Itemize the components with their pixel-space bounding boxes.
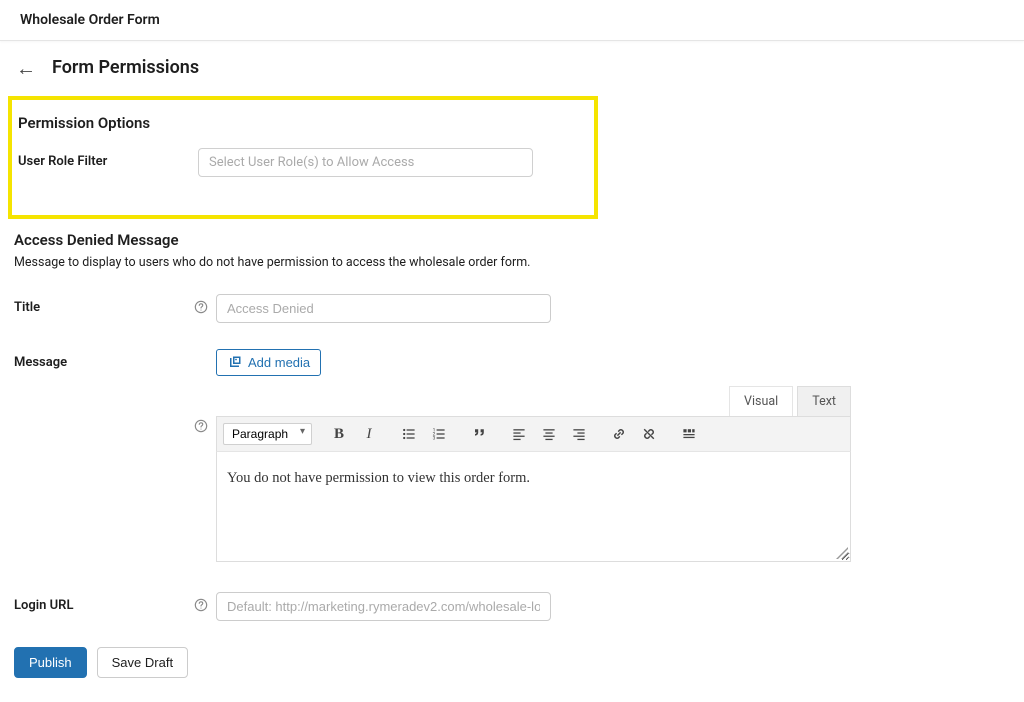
page-content: ← Form Permissions Permission Options Us…	[0, 41, 1024, 702]
format-select[interactable]: Paragraph	[223, 423, 312, 445]
resize-handle-icon[interactable]	[836, 547, 848, 559]
add-media-label: Add media	[248, 355, 310, 370]
title-input[interactable]	[216, 294, 551, 323]
align-right-icon[interactable]	[566, 421, 592, 447]
link-icon[interactable]	[606, 421, 632, 447]
align-left-icon[interactable]	[506, 421, 532, 447]
toolbar-toggle-icon[interactable]	[676, 421, 702, 447]
add-media-button[interactable]: Add media	[216, 349, 321, 376]
user-role-label: User Role Filter	[18, 148, 198, 169]
numbered-list-icon[interactable]: 123	[426, 421, 452, 447]
editor-body[interactable]: You do not have permission to view this …	[216, 452, 851, 562]
publish-button[interactable]: Publish	[14, 647, 87, 678]
bulleted-list-icon[interactable]	[396, 421, 422, 447]
editor-tabs: Visual Text	[216, 386, 851, 416]
login-url-label: Login URL	[14, 592, 194, 613]
top-bar: Wholesale Order Form	[0, 0, 1024, 41]
media-icon	[227, 355, 242, 370]
login-url-input[interactable]	[216, 592, 551, 621]
page-title: Form Permissions	[52, 57, 199, 78]
wysiwyg-editor: Visual Text Paragraph B I	[216, 386, 851, 562]
user-role-select[interactable]: Select User Role(s) to Allow Access	[198, 148, 533, 177]
access-denied-heading: Access Denied Message	[14, 231, 1010, 249]
format-dropdown[interactable]: Paragraph	[223, 423, 312, 445]
help-icon[interactable]	[194, 294, 208, 314]
blockquote-icon[interactable]	[466, 421, 492, 447]
italic-icon[interactable]: I	[356, 421, 382, 447]
page-header: ← Form Permissions	[14, 53, 1010, 78]
help-icon[interactable]	[194, 592, 208, 612]
top-bar-title: Wholesale Order Form	[20, 12, 1004, 28]
message-row: Message Add media Visual Text	[14, 349, 1010, 562]
save-draft-button[interactable]: Save Draft	[97, 647, 188, 678]
svg-text:3: 3	[433, 436, 436, 442]
action-buttons: Publish Save Draft	[14, 647, 1010, 678]
bold-icon[interactable]: B	[326, 421, 352, 447]
permission-options-highlight: Permission Options User Role Filter Sele…	[8, 96, 598, 219]
back-arrow-icon[interactable]: ←	[14, 58, 38, 78]
unlink-icon[interactable]	[636, 421, 662, 447]
editor-toolbar: Paragraph B I 123	[216, 416, 851, 452]
message-label: Message	[14, 349, 194, 370]
title-row: Title	[14, 294, 1010, 323]
access-denied-description: Message to display to users who do not h…	[14, 255, 1010, 270]
help-icon[interactable]	[194, 413, 208, 433]
permission-options-heading: Permission Options	[18, 114, 580, 132]
login-url-row: Login URL	[14, 592, 1010, 621]
title-label: Title	[14, 294, 194, 315]
user-role-row: User Role Filter Select User Role(s) to …	[18, 148, 580, 177]
tab-text[interactable]: Text	[797, 386, 851, 416]
align-center-icon[interactable]	[536, 421, 562, 447]
tab-visual[interactable]: Visual	[729, 386, 793, 416]
editor-content: You do not have permission to view this …	[227, 470, 530, 486]
